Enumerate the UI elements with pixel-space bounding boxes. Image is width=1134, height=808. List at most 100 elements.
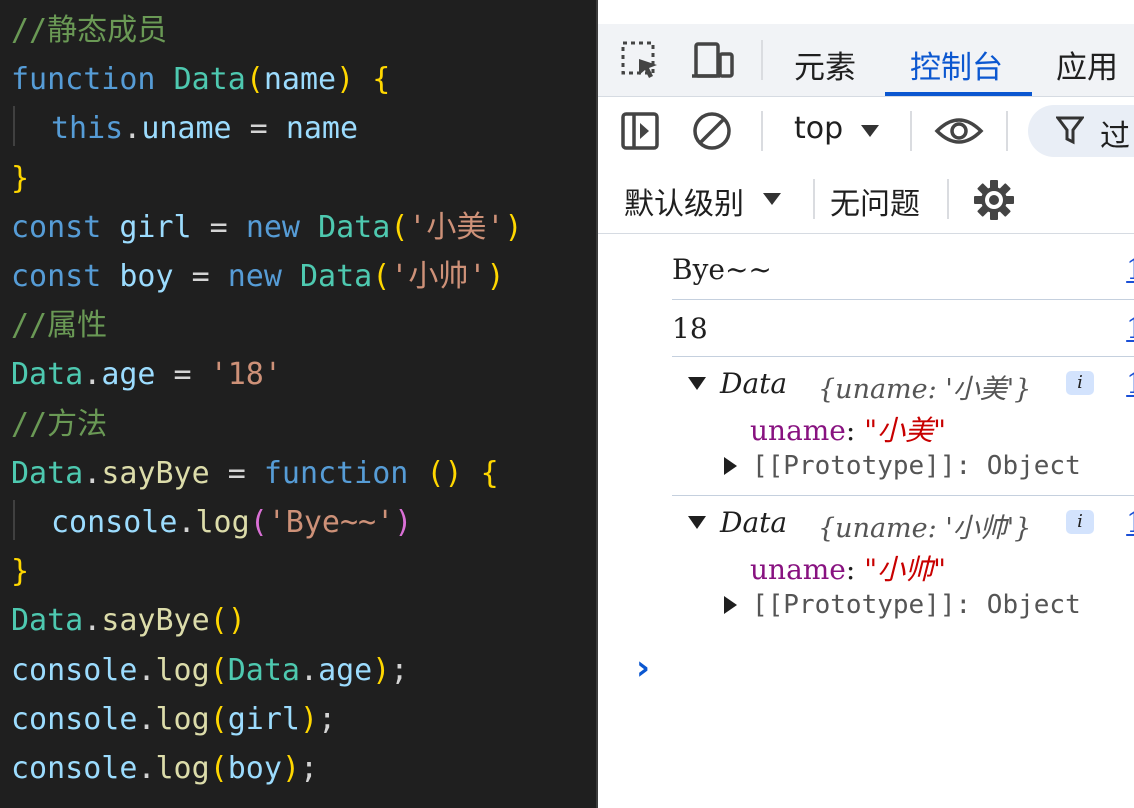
code-token: sayBye [101,603,210,639]
filter-icon [1055,115,1085,149]
prototype-entry[interactable]: [[Prototype]]: Object [752,590,1081,620]
log-text: Bye~~ [672,253,772,286]
chevron-down-icon [762,191,782,211]
toolbar-separator [813,179,815,219]
code-token: sayBye [101,455,210,491]
code-token: { [480,455,499,491]
code-token: . [83,357,102,393]
code-token: age [318,652,373,688]
property-separator: : [845,553,865,586]
console-message: Bye~~ 1 [672,243,1134,300]
collapse-triangle-icon[interactable] [688,516,706,529]
code-token: log [155,701,210,737]
object-class-name[interactable]: Data [720,367,787,400]
code-token: '小帅' [390,259,487,294]
context-selector-label: top [794,111,844,146]
tab-elements[interactable]: 元素 [794,42,856,87]
code-token: console [11,751,138,786]
property-key: uname [750,414,846,447]
console-input[interactable] [672,642,1112,692]
inspect-icon[interactable] [620,40,660,80]
expand-triangle-icon[interactable] [724,596,737,614]
device-toolbar-icon[interactable] [690,40,736,80]
clear-console-icon[interactable] [692,111,732,151]
code-token: girl [119,209,192,245]
code-line: } [11,154,29,203]
code-token: boy [119,259,174,294]
issues-counter[interactable]: 无问题 [830,179,920,223]
code-token: //属性 [11,308,108,344]
code-token: new [227,259,282,294]
gear-icon[interactable] [973,179,1015,221]
console-object-message: Data {uname: '小帅'} i 1 uname: "小帅" [[Pro… [672,496,1134,634]
code-line: console.log(boy); [11,744,318,793]
sidebar-toggle-icon[interactable] [620,111,660,151]
code-token: //静态成员 [11,13,168,48]
log-text: 18 [672,312,708,345]
console-toolbar-secondary: 默认级别 无问题 [598,165,1134,234]
code-token: ( [245,62,264,98]
code-token: ( [372,259,391,294]
info-badge-icon[interactable]: i [1066,510,1094,534]
code-token: = [209,455,264,491]
code-line: } [11,547,29,596]
source-link[interactable]: 1 [1126,253,1134,286]
code-token: const [11,259,102,294]
toolbar-separator [761,111,763,151]
code-token: = [155,357,210,393]
code-line: //静态成员 [11,6,167,55]
tab-console[interactable]: 控制台 [910,42,1003,87]
code-token: boy [227,751,282,786]
code-token: console [11,701,138,737]
filter-input[interactable]: 过 [1028,105,1134,157]
code-token: this [51,111,124,147]
log-levels-dropdown[interactable]: 默认级别 [624,179,794,222]
code-token: ( [209,701,228,737]
code-editor[interactable]: //静态成员 function Data(name) {this.uname = … [0,0,596,808]
code-token: . [123,111,142,147]
code-token: Data [300,259,373,294]
code-token: girl [227,701,300,737]
code-line: const girl = new Data('小美') [11,203,523,252]
expand-triangle-icon[interactable] [724,457,737,475]
code-token: ) [336,62,355,98]
code-token: () [209,603,246,639]
code-token: Data [11,455,84,491]
object-property: uname: "小美" [750,409,946,449]
code-token: console [51,505,178,540]
prototype-entry[interactable]: [[Prototype]]: Object [752,451,1081,481]
code-token: name [285,111,359,147]
code-token: log [155,751,210,786]
code-token: () [426,455,463,491]
code-token: Data [11,603,84,639]
object-preview: {uname: '小美'} [818,374,1032,405]
code-token: //方法 [11,406,108,442]
console-message: 18 1 [672,300,1134,357]
code-token: log [195,505,250,540]
active-tab-indicator [885,92,1032,96]
source-link[interactable]: 1 [1126,367,1134,400]
source-link[interactable]: 1 [1126,506,1134,539]
code-line: console.log(girl); [11,695,336,744]
source-link[interactable]: 1 [1126,312,1134,345]
code-token: { [372,62,391,98]
tab-application[interactable]: 应用 [1056,42,1118,87]
code-token: ( [209,751,228,786]
info-badge-icon[interactable]: i [1066,371,1094,395]
context-selector[interactable]: top [794,111,894,151]
devtools-top-strip [598,0,1134,24]
log-levels-label: 默认级别 [624,187,744,222]
collapse-triangle-icon[interactable] [688,377,706,390]
property-key: uname [750,553,846,586]
code-token: ) [372,652,391,688]
code-token: '小美' [408,209,505,245]
object-class-name[interactable]: Data [720,506,787,539]
eye-icon[interactable] [934,111,984,151]
property-value: "小美" [864,414,946,447]
code-token: Data [11,357,84,393]
code-token: new [245,209,300,245]
